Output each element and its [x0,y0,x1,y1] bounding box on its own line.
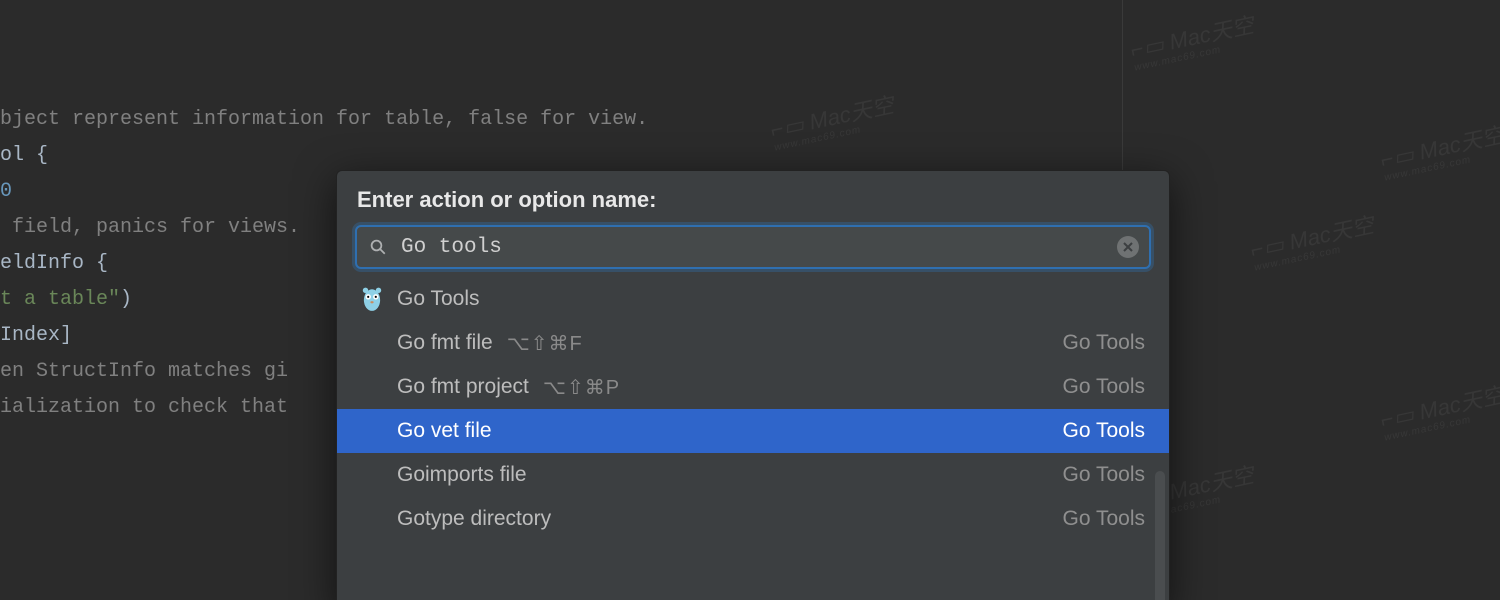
result-group: Go Tools [1063,419,1146,443]
code-line: ol { [0,138,1500,174]
result-shortcut: ⌥⇧⌘P [543,375,620,400]
result-item[interactable]: Goimports file Go Tools [337,453,1169,497]
result-label: Go fmt project [397,375,529,399]
search-icon [369,238,387,256]
result-item[interactable]: Go fmt file ⌥⇧⌘F Go Tools [337,321,1169,365]
result-item[interactable]: Gotype directory Go Tools [337,497,1169,541]
clear-search-icon[interactable] [1117,236,1139,258]
find-action-popup: Enter action or option name: Go ToolsGo … [336,170,1170,600]
gopher-icon [359,286,385,312]
result-label: Go vet file [397,419,492,443]
result-label: Go Tools [397,287,480,311]
result-label: Gotype directory [397,507,551,531]
result-group: Go Tools [1063,331,1146,355]
results-list: Go ToolsGo fmt file⌥⇧⌘FGo ToolsGo fmt pr… [337,277,1169,541]
result-group: Go Tools [1063,463,1146,487]
result-item[interactable]: Go vet file Go Tools [337,409,1169,453]
result-shortcut: ⌥⇧⌘F [507,331,583,356]
action-search-input[interactable] [355,225,1151,269]
result-group: Go Tools [1063,507,1146,531]
search-row [355,225,1151,269]
result-group: Go Tools [1063,375,1146,399]
result-label: Go fmt file [397,331,493,355]
code-line: bject represent information for table, f… [0,102,1500,138]
result-item[interactable]: Go fmt project ⌥⇧⌘P Go Tools [337,365,1169,409]
results-scrollbar[interactable] [1155,471,1165,600]
result-item[interactable]: Go Tools [337,277,1169,321]
popup-title: Enter action or option name: [337,171,1169,225]
result-label: Goimports file [397,463,527,487]
